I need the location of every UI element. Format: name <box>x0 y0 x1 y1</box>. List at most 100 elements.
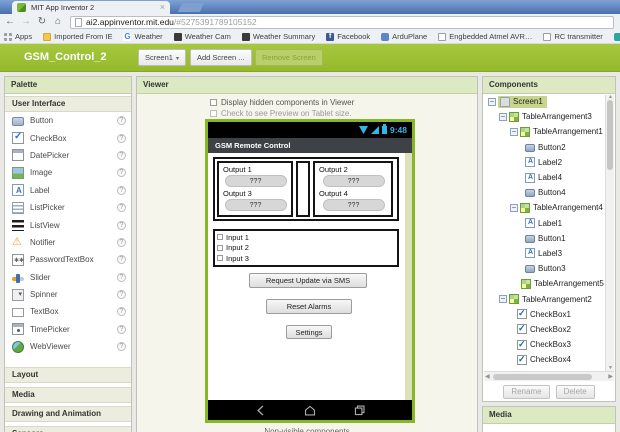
bookmark-engbedded[interactable]: Engbedded Atmel AVR… <box>438 32 532 41</box>
palette-section-drawing-animation[interactable]: Drawing and Animation <box>5 406 131 423</box>
tree-item-tablearrangement4[interactable]: TableArrangement4 <box>483 200 615 215</box>
help-icon[interactable] <box>117 133 126 143</box>
reload-button[interactable]: ↻ <box>35 14 49 30</box>
reset-alarms-button[interactable]: Reset Alarms <box>266 299 352 314</box>
input4-checkbox-row[interactable]: Input 4 <box>217 264 397 267</box>
tree-item-button2[interactable]: Button2 <box>483 140 615 155</box>
browser-tab[interactable]: MIT App Inventor 2 × <box>12 1 170 14</box>
tree-item-button1[interactable]: Button1 <box>483 231 615 246</box>
output1-button[interactable]: ??? <box>224 175 287 187</box>
collapse-icon[interactable] <box>499 295 507 304</box>
palette-item-label[interactable]: Label <box>5 182 131 199</box>
tab-close-icon[interactable]: × <box>160 3 165 12</box>
collapse-icon[interactable] <box>488 97 496 106</box>
screen-scrollbar[interactable] <box>405 153 412 400</box>
output4-button[interactable]: ??? <box>322 199 385 211</box>
help-icon[interactable] <box>117 168 126 178</box>
scroll-left-icon[interactable]: ◀ <box>485 373 490 381</box>
palette-item-spinner[interactable]: Spinner <box>5 286 131 303</box>
output2-button[interactable]: ??? <box>322 175 385 187</box>
palette-item-datepicker[interactable]: DatePicker <box>5 147 131 164</box>
spacer-arrangement[interactable] <box>296 161 310 217</box>
tree-item-checkbox3[interactable]: CheckBox3 <box>483 337 615 352</box>
output3-button[interactable]: ??? <box>224 199 287 211</box>
bookmark-apps[interactable]: Apps <box>4 32 32 41</box>
help-icon[interactable] <box>117 150 126 160</box>
tree-item-checkbox4[interactable]: CheckBox4 <box>483 352 615 367</box>
palette-item-notifier[interactable]: Notifier <box>5 234 131 251</box>
palette-item-passwordtextbox[interactable]: PasswordTextBox <box>5 251 131 268</box>
outputs-right-box[interactable]: Output 2 ??? Output 4 ??? <box>313 161 393 217</box>
help-icon[interactable] <box>117 220 126 230</box>
palette-item-button[interactable]: Button <box>5 112 131 129</box>
input1-checkbox-row[interactable]: Input 1 <box>217 232 397 243</box>
back-button[interactable]: ← <box>3 14 17 30</box>
bookmark-weather[interactable]: G Weather <box>123 32 163 41</box>
palette-section-layout[interactable]: Layout <box>5 367 131 384</box>
screen-selector-dropdown[interactable]: Screen1 <box>138 49 186 66</box>
home-button[interactable]: ⌂ <box>51 14 65 30</box>
help-icon[interactable] <box>117 237 126 247</box>
help-icon[interactable] <box>117 324 126 334</box>
tree-item-screen1[interactable]: Screen1 <box>483 94 615 109</box>
request-update-button[interactable]: Request Update via SMS <box>249 273 367 288</box>
tree-item-label2[interactable]: Label2 <box>483 155 615 170</box>
forward-button[interactable]: → <box>19 14 33 30</box>
scroll-right-icon[interactable]: ▶ <box>608 373 613 381</box>
tree-item-checkbox2[interactable]: CheckBox2 <box>483 322 615 337</box>
address-bar[interactable]: ai2.appinventor.mit.edu/#527539178910515… <box>70 15 614 29</box>
tree-item-button3[interactable]: Button3 <box>483 261 615 276</box>
checkbox[interactable] <box>217 266 223 267</box>
help-icon[interactable] <box>117 203 126 213</box>
palette-section-media[interactable]: Media <box>5 386 131 403</box>
new-tab-button[interactable] <box>177 3 205 12</box>
inputs-table-arrangement[interactable]: Input 1 Input 2 Input 3 Input 4 <box>213 229 399 267</box>
outputs-left-box[interactable]: Output 1 ??? Output 3 ??? <box>217 161 293 217</box>
collapse-icon[interactable] <box>510 127 518 136</box>
outputs-table-arrangement[interactable]: Output 1 ??? Output 3 ??? Output 2 ??? O… <box>213 157 399 221</box>
palette-item-listview[interactable]: ListView <box>5 216 131 233</box>
palette-section-sensors[interactable]: Sensors <box>5 425 131 432</box>
settings-button[interactable]: Settings <box>286 325 332 339</box>
tree-item-tablearrangement5[interactable]: TableArrangement5 <box>483 276 615 291</box>
palette-item-image[interactable]: Image <box>5 164 131 181</box>
palette-item-textbox[interactable]: TextBox <box>5 303 131 320</box>
tree-item-label3[interactable]: Label3 <box>483 246 615 261</box>
help-icon[interactable] <box>117 342 126 352</box>
scrollbar-thumb[interactable] <box>493 373 592 380</box>
add-screen-button[interactable]: Add Screen ... <box>190 49 252 66</box>
help-icon[interactable] <box>117 272 126 282</box>
palette-item-listpicker[interactable]: ListPicker <box>5 199 131 216</box>
bookmark-imported-from-ie[interactable]: Imported From IE <box>43 32 112 41</box>
checkbox[interactable] <box>217 244 223 251</box>
tree-item-tablearrangement2[interactable]: TableArrangement2 <box>483 291 615 306</box>
checkbox[interactable] <box>210 110 217 117</box>
tree-item-tablearrangement1[interactable]: TableArrangement1 <box>483 124 615 139</box>
collapse-icon[interactable] <box>499 112 507 121</box>
bookmark-weather-summary[interactable]: Weather Summary <box>241 32 315 41</box>
help-icon[interactable] <box>117 290 126 300</box>
bookmark-facebook[interactable]: f Facebook <box>326 32 370 41</box>
recent-apps-icon[interactable] <box>353 404 366 417</box>
bookmark-youtube-converter[interactable]: YouTube to MP4 & MP3 <box>613 32 620 41</box>
bookmark-arduplane[interactable]: ArduPlane <box>381 32 427 41</box>
palette-section-user-interface[interactable]: User Interface <box>5 96 131 112</box>
delete-button[interactable]: Delete <box>555 385 595 399</box>
tree-item-checkbox1[interactable]: CheckBox1 <box>483 307 615 322</box>
help-icon[interactable] <box>117 185 126 195</box>
palette-item-slider[interactable]: Slider <box>5 269 131 286</box>
tree-vertical-scrollbar[interactable]: ▲ ▼ <box>605 94 614 371</box>
tree-horizontal-scrollbar[interactable]: ◀ ▶ <box>484 371 614 381</box>
checkbox[interactable] <box>217 255 223 262</box>
home-nav-icon[interactable] <box>303 404 317 417</box>
checkbox[interactable] <box>210 99 217 106</box>
help-icon[interactable] <box>117 255 126 265</box>
tree-item-label4[interactable]: Label4 <box>483 170 615 185</box>
tablet-preview-checkbox-row[interactable]: Check to see Preview on Tablet size. <box>210 109 352 118</box>
bookmark-weather-cam[interactable]: Weather Cam <box>173 32 231 41</box>
input2-checkbox-row[interactable]: Input 2 <box>217 243 397 254</box>
scrollbar-thumb[interactable] <box>607 100 613 170</box>
display-hidden-components-checkbox-row[interactable]: Display hidden components in Viewer <box>210 98 354 107</box>
tree-item-button4[interactable]: Button4 <box>483 185 615 200</box>
back-nav-icon[interactable] <box>254 404 267 417</box>
